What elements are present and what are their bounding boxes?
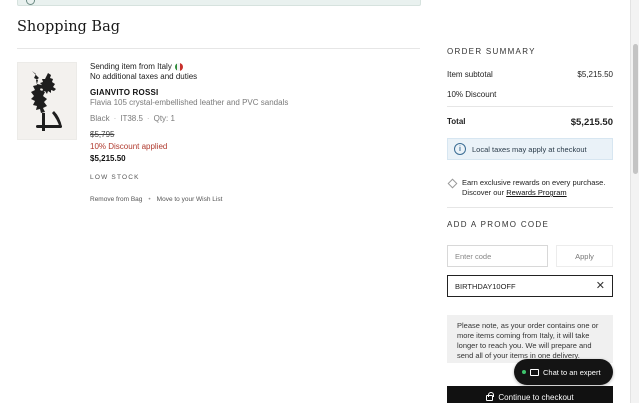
chat-bubble-icon <box>530 368 539 376</box>
rewards-program-link[interactable]: Rewards Program <box>506 188 566 197</box>
product-image[interactable] <box>17 62 77 140</box>
online-status-icon <box>522 370 526 374</box>
scrollbar-thumb[interactable] <box>633 44 638 174</box>
subtotal-row: Item subtotal $5,215.50 <box>447 70 613 79</box>
tax-notice: i Local taxes may apply at checkout <box>447 138 613 160</box>
applied-promo-code-text: BIRTHDAY10OFF <box>455 281 516 291</box>
original-price: $5,795 <box>90 130 115 139</box>
separator: · <box>146 114 150 123</box>
separator: · <box>113 114 117 123</box>
order-summary-heading: ORDER SUMMARY <box>447 47 536 56</box>
product-attributes: Black · IT38.5 · Qty: 1 <box>90 114 420 123</box>
move-to-wishlist-link[interactable]: Move to your Wish List <box>157 196 223 203</box>
product-size: IT38.5 <box>120 114 143 123</box>
shipping-notice: Please note, as your order contains one … <box>447 315 613 363</box>
checkout-button-label: Continue to checkout <box>498 392 574 402</box>
product-color: Black <box>90 114 110 123</box>
bag-item: Sending item from Italy No additional ta… <box>90 62 420 203</box>
remove-from-bag-link[interactable]: Remove from Bag <box>90 196 142 203</box>
promo-code-heading: ADD A PROMO CODE <box>447 220 550 229</box>
diamond-icon <box>447 178 458 189</box>
top-notification-banner <box>17 0 421 6</box>
continue-to-checkout-button[interactable]: Continue to checkout <box>447 386 613 403</box>
lock-icon <box>486 392 494 401</box>
chat-to-expert-button[interactable]: Chat to an expert <box>514 359 613 385</box>
divider <box>17 48 420 49</box>
discount-applied-label: 10% Discount applied <box>90 142 168 151</box>
stock-status: LOW STOCK <box>90 174 140 181</box>
discount-label: 10% Discount <box>447 90 497 99</box>
shipping-origin: Sending item from Italy <box>90 62 420 72</box>
subtotal-label: Item subtotal <box>447 70 493 79</box>
divider <box>447 106 613 107</box>
final-price: $5,215.50 <box>90 154 126 163</box>
applied-promo-code: BIRTHDAY10OFF ✕ <box>447 275 613 297</box>
product-brand[interactable]: GIANVITO ROSSI <box>90 88 420 97</box>
promo-code-input[interactable] <box>447 245 548 267</box>
divider <box>447 207 613 208</box>
rewards-promo: Earn exclusive rewards on every purchase… <box>447 178 613 198</box>
separator: • <box>148 196 151 203</box>
total-value: $5,215.50 <box>570 117 613 128</box>
tax-duties-note: No additional taxes and duties <box>90 72 198 81</box>
subtotal-value: $5,215.50 <box>577 70 613 79</box>
italy-flag-icon <box>174 63 183 71</box>
chat-button-label: Chat to an expert <box>543 367 601 377</box>
info-icon: i <box>454 143 466 155</box>
banner-icon <box>26 0 35 5</box>
close-icon[interactable]: ✕ <box>596 280 605 292</box>
scrollbar[interactable] <box>630 0 639 403</box>
total-row: Total $5,215.50 <box>447 117 613 128</box>
discount-row: 10% Discount <box>447 90 613 99</box>
product-name[interactable]: Flavia 105 crystal-embellished leather a… <box>90 98 420 107</box>
product-qty[interactable]: Qty: 1 <box>154 114 175 123</box>
apply-promo-button[interactable]: Apply <box>556 245 613 267</box>
item-actions: Remove from Bag • Move to your Wish List <box>90 196 420 203</box>
page-title: Shopping Bag <box>17 19 121 35</box>
total-label: Total <box>447 117 466 126</box>
